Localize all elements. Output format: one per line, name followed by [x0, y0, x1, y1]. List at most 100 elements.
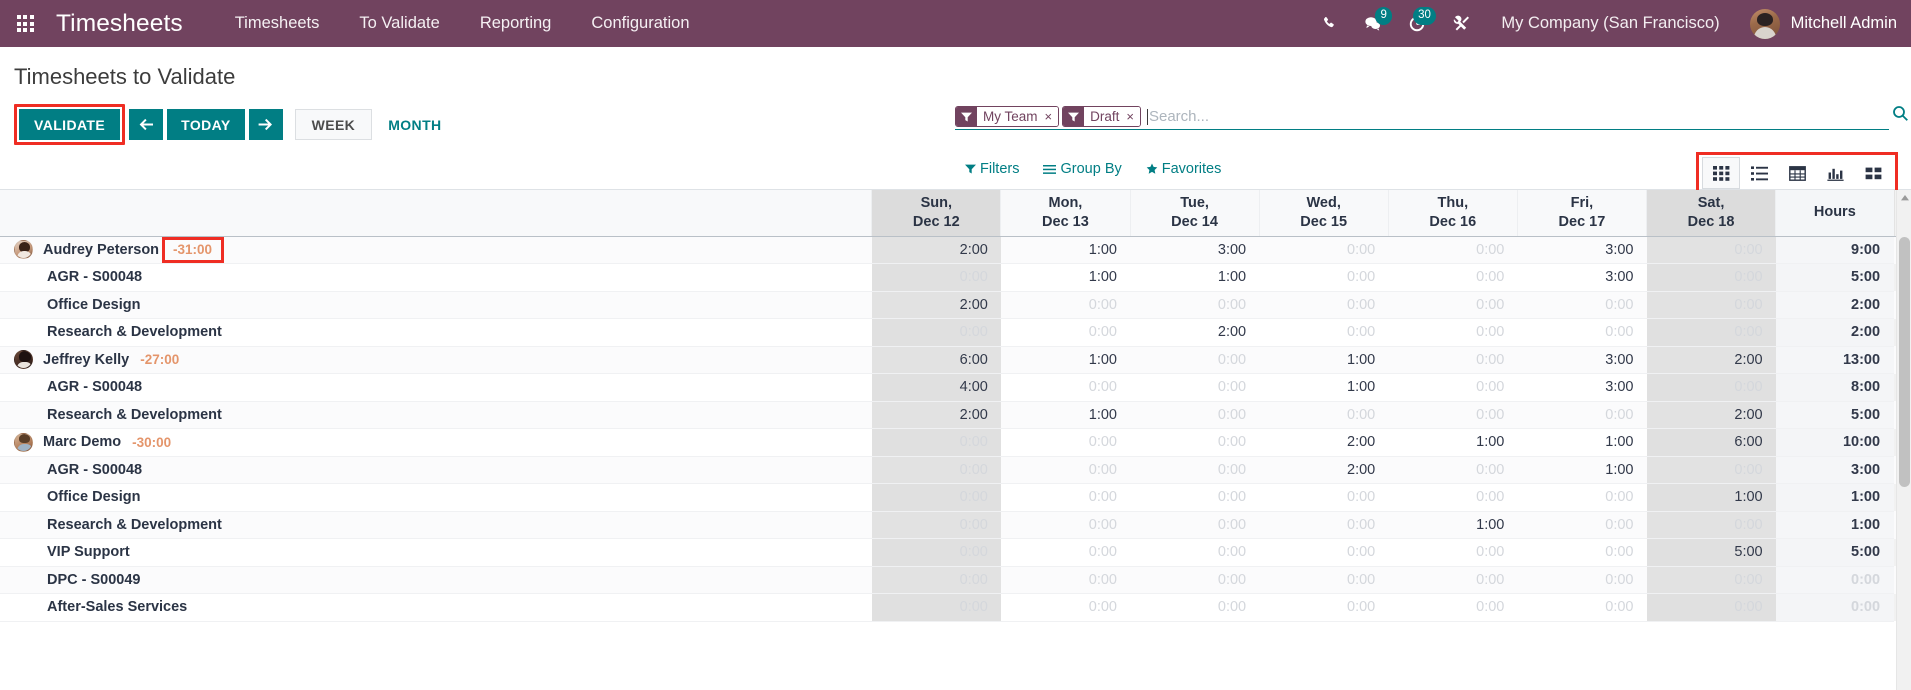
grid-cell[interactable]: 0:00 — [1259, 263, 1389, 292]
grid-cell[interactable]: 0:00 — [1259, 538, 1389, 567]
grid-cell[interactable]: 1:00 — [1000, 236, 1130, 264]
search-icon[interactable] — [1892, 105, 1909, 127]
grid-cell[interactable]: 0:00 — [1388, 346, 1518, 374]
grid-cell[interactable]: 3:00 — [1517, 346, 1647, 374]
grid-cell[interactable]: 5:00 — [1646, 538, 1776, 567]
grid-cell[interactable]: 0:00 — [1259, 483, 1389, 512]
grid-cell[interactable]: 0:00 — [1517, 593, 1647, 622]
grid-cell[interactable]: 2:00 — [1646, 346, 1776, 374]
grid-cell[interactable]: 0:00 — [1000, 566, 1130, 594]
menu-item-configuration[interactable]: Configuration — [571, 8, 709, 39]
scroll-up-icon[interactable] — [1897, 190, 1911, 206]
grid-cell[interactable]: 1:00 — [1130, 263, 1260, 292]
close-icon[interactable]: × — [1042, 107, 1059, 126]
grid-cell[interactable]: 6:00 — [871, 346, 1001, 374]
today-button[interactable]: TODAY — [167, 109, 245, 140]
table-row[interactable]: Research & Development 2:00 1:00 0:00 0:00 0:… — [0, 401, 1911, 429]
kanban-view-icon[interactable] — [1854, 157, 1892, 189]
table-row[interactable]: AGR - S00048 4:00 0:00 0:00 1:00 0:00 3:00 0:00… — [0, 373, 1911, 402]
grid-cell[interactable]: 0:00 — [1646, 263, 1776, 292]
grid-cell[interactable]: 0:00 — [871, 456, 1001, 484]
grid-cell[interactable]: 0:00 — [1388, 236, 1518, 264]
grid-cell[interactable]: 2:00 — [1259, 456, 1389, 484]
grid-cell[interactable]: 0:00 — [1259, 318, 1389, 347]
grid-cell[interactable]: 0:00 — [1646, 511, 1776, 539]
graph-view-icon[interactable] — [1816, 157, 1854, 189]
grid-cell[interactable]: 0:00 — [1000, 538, 1130, 567]
app-brand-title[interactable]: Timesheets — [56, 10, 183, 38]
grid-cell[interactable]: 0:00 — [1646, 373, 1776, 402]
grid-cell[interactable]: 0:00 — [871, 593, 1001, 622]
grid-cell[interactable]: 0:00 — [871, 263, 1001, 292]
grid-cell[interactable]: 0:00 — [1130, 566, 1260, 594]
task-row-label[interactable]: Office Design — [0, 483, 872, 512]
grid-cell[interactable]: 0:00 — [1000, 318, 1130, 347]
grid-cell[interactable]: 0:00 — [1000, 593, 1130, 622]
grid-cell[interactable]: 1:00 — [1517, 456, 1647, 484]
grid-cell[interactable]: 3:00 — [1517, 373, 1647, 402]
task-row-label[interactable]: Research & Development — [0, 511, 872, 539]
grid-cell[interactable]: 2:00 — [871, 291, 1001, 319]
table-row[interactable]: AGR - S00048 0:00 1:00 1:00 0:00 0:00 3:00 0:00… — [0, 263, 1911, 292]
grid-cell[interactable]: 0:00 — [871, 566, 1001, 594]
table-row[interactable]: VIP Support 0:00 0:00 0:00 0:00 0:00 0:00 5:00 5… — [0, 538, 1911, 567]
task-row-label[interactable]: AGR - S00048 — [0, 456, 872, 484]
grid-cell[interactable]: 0:00 — [1646, 318, 1776, 347]
grid-cell[interactable]: 0:00 — [1646, 236, 1776, 264]
activities-clock-icon[interactable]: 30 — [1395, 6, 1439, 41]
task-row-label[interactable]: DPC - S00049 — [0, 566, 872, 594]
grid-cell[interactable]: 0:00 — [1130, 538, 1260, 567]
group-by-dropdown[interactable]: Group By — [1043, 161, 1122, 177]
apps-menu-icon[interactable] — [8, 7, 42, 41]
grid-cell[interactable]: 0:00 — [1130, 593, 1260, 622]
grid-cell[interactable]: 0:00 — [871, 511, 1001, 539]
grid-cell[interactable]: 1:00 — [1000, 346, 1130, 374]
grid-cell[interactable]: 0:00 — [1517, 401, 1647, 429]
grid-cell[interactable]: 3:00 — [1130, 236, 1260, 264]
grid-cell[interactable]: 0:00 — [1130, 428, 1260, 457]
grid-cell[interactable]: 0:00 — [1517, 566, 1647, 594]
task-row-label[interactable]: Research & Development — [0, 401, 872, 429]
grid-cell[interactable]: 2:00 — [1646, 401, 1776, 429]
grid-cell[interactable]: 0:00 — [871, 483, 1001, 512]
table-row[interactable]: Research & Development 0:00 0:00 2:00 0:00 0:… — [0, 318, 1911, 347]
user-menu[interactable]: Mitchell Admin — [1749, 8, 1897, 39]
search-facet-my-team[interactable]: My Team × — [955, 106, 1060, 127]
grid-cell[interactable]: 0:00 — [871, 318, 1001, 347]
table-row[interactable]: DPC - S00049 0:00 0:00 0:00 0:00 0:00 0:00 0:00… — [0, 566, 1911, 594]
menu-item-to-validate[interactable]: To Validate — [339, 8, 459, 39]
table-row[interactable]: Jeffrey Kelly -27:00 6:00 1:00 0:00 1:00 0:00 3… — [0, 346, 1911, 374]
grid-cell[interactable]: 0:00 — [1000, 511, 1130, 539]
phone-icon[interactable] — [1307, 7, 1351, 41]
grid-cell[interactable]: 0:00 — [1517, 291, 1647, 319]
grid-cell[interactable]: 6:00 — [1646, 428, 1776, 457]
grid-cell[interactable]: 0:00 — [1388, 566, 1518, 594]
grid-cell[interactable]: 0:00 — [1388, 593, 1518, 622]
search-input[interactable] — [1148, 108, 1889, 125]
grid-cell[interactable]: 0:00 — [1130, 511, 1260, 539]
company-switcher[interactable]: My Company (San Francisco) — [1501, 14, 1719, 33]
grid-cell[interactable]: 0:00 — [1388, 456, 1518, 484]
table-row[interactable]: Office Design 2:00 0:00 0:00 0:00 0:00 0:00 0:0… — [0, 291, 1911, 319]
grid-cell[interactable]: 1:00 — [1259, 373, 1389, 402]
table-row[interactable]: Marc Demo -30:00 0:00 0:00 0:00 2:00 1:00 1:00 6… — [0, 428, 1911, 457]
grid-cell[interactable]: 0:00 — [1259, 401, 1389, 429]
grid-cell[interactable]: 3:00 — [1517, 236, 1647, 264]
grid-cell[interactable]: 2:00 — [1259, 428, 1389, 457]
scale-month-button[interactable]: MONTH — [376, 109, 453, 140]
grid-cell[interactable]: 0:00 — [1259, 291, 1389, 319]
employee-row-label[interactable]: Marc Demo -30:00 — [0, 428, 872, 457]
grid-cell[interactable]: 0:00 — [1517, 538, 1647, 567]
employee-row-label[interactable]: Jeffrey Kelly -27:00 — [0, 346, 872, 374]
table-row[interactable]: Audrey Peterson -31:00 2:00 1:00 3:00 0:00 0:0… — [0, 236, 1911, 264]
grid-cell[interactable]: 0:00 — [1259, 593, 1389, 622]
task-row-label[interactable]: AGR - S00048 — [0, 263, 872, 292]
pivot-view-icon[interactable] — [1778, 157, 1816, 189]
grid-cell[interactable]: 0:00 — [1000, 483, 1130, 512]
grid-cell[interactable]: 1:00 — [1646, 483, 1776, 512]
grid-cell[interactable]: 0:00 — [1646, 456, 1776, 484]
grid-cell[interactable]: 0:00 — [1517, 511, 1647, 539]
grid-cell[interactable]: 0:00 — [1388, 538, 1518, 567]
grid-cell[interactable]: 0:00 — [1000, 456, 1130, 484]
grid-cell[interactable]: 0:00 — [1000, 373, 1130, 402]
